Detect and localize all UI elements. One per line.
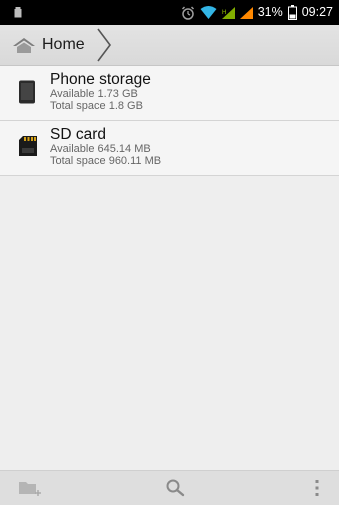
search-icon bbox=[166, 479, 185, 497]
sd-card-icon bbox=[19, 136, 37, 156]
status-bar: H 31% 09:27 bbox=[0, 0, 339, 25]
notification-icon bbox=[14, 7, 22, 18]
breadcrumb-separator-icon bbox=[97, 28, 111, 62]
new-folder-icon bbox=[19, 482, 41, 496]
bottom-action-bar bbox=[0, 470, 339, 505]
action-bar: Home bbox=[0, 25, 339, 66]
signal-icon bbox=[239, 6, 253, 19]
storage-total: Total space 960.11 MB bbox=[50, 155, 162, 167]
status-icons: H 31% 09:27 bbox=[181, 4, 333, 21]
breadcrumb-label: Home bbox=[42, 36, 85, 53]
storage-available: Available 645.14 MB bbox=[50, 143, 151, 155]
wifi-icon bbox=[200, 6, 217, 19]
battery-percent: 31% bbox=[257, 5, 283, 19]
alarm-icon bbox=[181, 5, 194, 20]
svg-text:H: H bbox=[222, 10, 226, 16]
signal-icon: H bbox=[221, 6, 235, 19]
overflow-menu-icon bbox=[315, 480, 319, 496]
storage-title: SD card bbox=[50, 126, 106, 143]
clock: 09:27 bbox=[301, 5, 333, 19]
battery-icon bbox=[287, 5, 297, 20]
breadcrumb-home[interactable]: Home bbox=[12, 32, 85, 58]
new-folder-button[interactable] bbox=[12, 471, 48, 505]
storage-item-sd-card[interactable]: SD card Available 645.14 MB Total space … bbox=[0, 121, 339, 176]
storage-available: Available 1.73 GB bbox=[50, 88, 138, 100]
storage-item-phone[interactable]: Phone storage Available 1.73 GB Total sp… bbox=[0, 66, 339, 121]
storage-list: Phone storage Available 1.73 GB Total sp… bbox=[0, 66, 339, 176]
phone-icon bbox=[19, 80, 35, 104]
home-icon bbox=[13, 38, 35, 53]
search-button[interactable] bbox=[158, 471, 194, 505]
overflow-menu-button[interactable] bbox=[302, 471, 332, 505]
storage-total: Total space 1.8 GB bbox=[50, 100, 143, 112]
storage-title: Phone storage bbox=[50, 71, 151, 88]
